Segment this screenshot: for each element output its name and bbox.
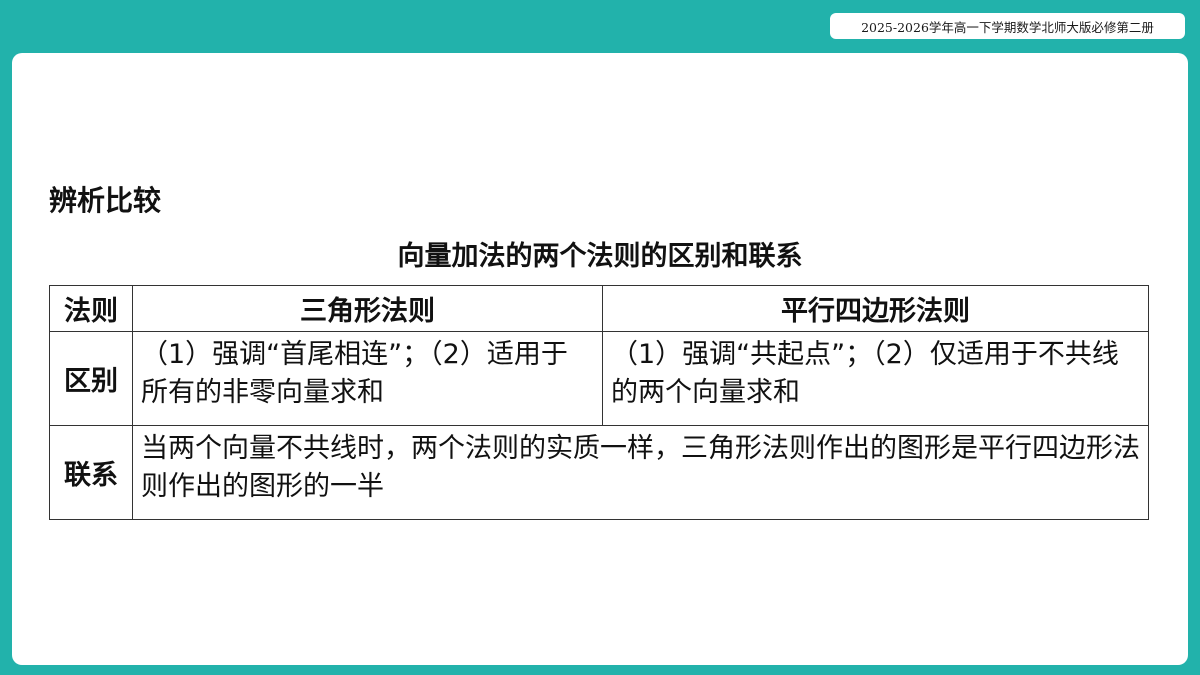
slide-card: 辨析比较 向量加法的两个法则的区别和联系 法则 三角形法则 平行四边形法则 区别… [12, 53, 1188, 665]
cell-parallelogram-difference: （1）强调“共起点”；（2）仅适用于不共线的两个向量求和 [602, 331, 1149, 426]
table-row-connection: 联系 当两个向量不共线时，两个法则的实质一样，三角形法则作出的图形是平行四边形法… [49, 425, 1149, 520]
course-badge: 2025-2026学年高一下学期数学北师大版必修第二册 [830, 13, 1185, 39]
table-title: 向量加法的两个法则的区别和联系 [397, 241, 803, 272]
table-header-row: 法则 三角形法则 平行四边形法则 [49, 285, 1149, 332]
row-label-connection: 联系 [49, 425, 133, 520]
row-label-difference: 区别 [49, 331, 133, 426]
column-header-rule: 法则 [49, 285, 133, 332]
section-heading: 辨析比较 [49, 184, 162, 217]
comparison-table: 法则 三角形法则 平行四边形法则 区别 （1）强调“首尾相连”；（2）适用于所有… [49, 285, 1149, 520]
column-header-triangle-rule: 三角形法则 [132, 285, 603, 332]
column-header-parallelogram-rule: 平行四边形法则 [602, 285, 1149, 332]
cell-connection: 当两个向量不共线时，两个法则的实质一样，三角形法则作出的图形是平行四边形法则作出… [132, 425, 1149, 520]
table-row-difference: 区别 （1）强调“首尾相连”；（2）适用于所有的非零向量求和 （1）强调“共起点… [49, 331, 1149, 426]
cell-triangle-difference: （1）强调“首尾相连”；（2）适用于所有的非零向量求和 [132, 331, 603, 426]
